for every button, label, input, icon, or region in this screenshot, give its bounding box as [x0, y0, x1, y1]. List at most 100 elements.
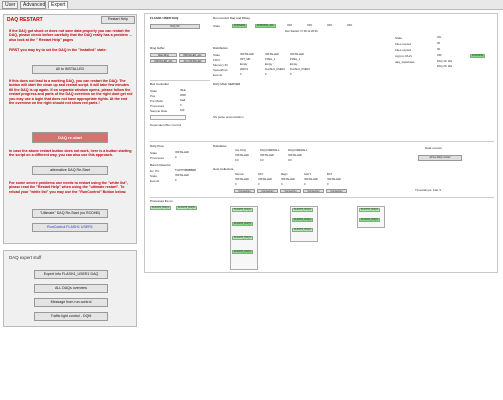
host-connection-button[interactable]: Connection [326, 189, 347, 193]
ultimate-restart-button[interactable]: "Ultimate" DAQ Re-Start (no RCDHB) [32, 209, 108, 218]
run-state-chip-1: RUNNING [232, 24, 248, 29]
side-value-rate: 330 [437, 54, 442, 57]
runcontrol-button[interactable]: RunControl FLASH1 USER1 [32, 223, 108, 232]
restart-help-button[interactable]: Restart Help [101, 16, 135, 24]
host-col: DSY [258, 173, 264, 176]
bus-value-2: 0000 [180, 94, 186, 97]
installed-hint-text: FIRST you may try to set the DAQ in the … [9, 48, 107, 52]
data-monitor-label: Data monitor [425, 146, 443, 150]
bunch-row-label-1: Ev: PC [150, 169, 160, 173]
process-chip: FLASH1_DAQ1 [292, 228, 313, 233]
run-state-label: State [213, 24, 221, 28]
dependent-bus-label: Dependent Bus Control [150, 123, 182, 127]
traffic-light-control-button[interactable]: Traffic light control - DQM [34, 312, 108, 321]
divider [150, 141, 494, 142]
process-chip: FLASH1_DAQ1 [359, 218, 380, 223]
process-list-header: Processes list on [150, 199, 173, 203]
run-state-value-3: OFF [327, 24, 333, 27]
divider [150, 80, 210, 81]
run-state-value-2: OFF [307, 24, 313, 27]
prep-value-2: 0 [175, 156, 177, 159]
daq-restart-button[interactable]: DAQ re-start [32, 132, 108, 143]
host-state: INSTALLED [304, 178, 318, 181]
tab-expert[interactable]: Expert [48, 1, 68, 9]
restart-title: DAQ RESTART [7, 17, 43, 23]
dist-cell: INSTALLED [265, 53, 279, 56]
dist2-events-3: 0.0 [288, 159, 292, 162]
tab-user[interactable]: User [2, 1, 18, 9]
dist-cell: 0 [240, 73, 242, 76]
dist-cell: Empty [290, 63, 298, 66]
host-col: BCT [327, 173, 333, 176]
side-value-files-2: 30 [437, 48, 440, 51]
distributor-header: Distributor [213, 144, 227, 148]
ring-row-2[interactable]: INSTALLED_ALL [179, 53, 206, 57]
daq-restart-panel: DAQ RESTART Restart Help If the DAQ got … [3, 14, 137, 244]
bus-row-label-5: Sample Rate [150, 109, 168, 113]
process-chip: FLASH1_DAQ1 [359, 208, 380, 213]
dist-row-label-4: Speed/Inpt [213, 68, 228, 72]
process-chip: FLASH1_DAQ1 [232, 208, 253, 213]
dist-cell: FLASH1_USER1 [290, 68, 310, 71]
bunch-row-label-3: Events [150, 179, 160, 183]
run-started-note: Run Started: 17.06 12:26:06 [285, 30, 318, 33]
dist-cell: FLASH1_USER1 [265, 68, 285, 71]
alternative-restart-button[interactable]: alternative DAQ Re-Start [32, 166, 108, 175]
host-connection-button[interactable]: Connection [257, 189, 278, 193]
restart-instructions-text: If this does not lead to a working DAQ, … [9, 79, 133, 106]
bus-value-5: 100 [180, 109, 185, 112]
daq-prep-header: DAQ Prep [150, 144, 164, 148]
host-state: INSTALLED [258, 178, 272, 181]
all-to-installed-button[interactable]: All to INSTALLED [32, 65, 108, 74]
ring-row-3[interactable]: INSTALLED_ALL [150, 59, 177, 63]
dist-cell: PIXEL_1 [265, 58, 276, 61]
daq-overview-panel: FLASH1 USER DAQ DAQ OK Run Control Daq a… [144, 13, 498, 273]
all-daqs-overview-button[interactable]: ALL DAQs overview [34, 284, 108, 293]
run-state-value-1: OFF [287, 24, 293, 27]
expert-info-button[interactable]: Expert info FLASH1_USER1 DAQ [34, 270, 108, 279]
daq-server-header: DAQ MAIL SERVER [213, 82, 241, 86]
bunch-row-label-2: State [150, 174, 158, 178]
side-label-files-2: Files copied [395, 48, 412, 52]
host-collectors-header: Host Collectors [213, 167, 234, 171]
bus-row-label-2: Pos [150, 94, 156, 98]
host-connection-button[interactable]: Connection [280, 189, 301, 193]
daq-status-button[interactable]: DAQ OK [150, 24, 200, 29]
dist2-events-1: 0.0 [235, 159, 239, 162]
host-events: 0 [235, 183, 237, 186]
ring-row-4[interactable]: ALL INSTALLED [179, 59, 206, 63]
host-events: 0 [258, 183, 260, 186]
host-connection-button[interactable]: Connection [303, 189, 324, 193]
dist2-events-2: 0.0 [260, 159, 264, 162]
tab-advanced[interactable]: Advanced [20, 1, 46, 9]
dist-cell: PIXEL_1 [290, 58, 301, 61]
process-chip: FLASH1_DAQ1 [232, 236, 253, 241]
dist2-col-1: ALL DAQ [235, 149, 246, 152]
prep-row-label-1: State [150, 151, 158, 155]
dist2-state-3: INSTALLED [288, 154, 302, 157]
host-events: 0 [281, 183, 283, 186]
prep-value-1: INSTALLED [175, 151, 189, 154]
ultimate-restart-text: For some severe problems one needs to re… [9, 181, 128, 194]
side-label-statebase: daq_statebase [395, 60, 415, 64]
running-chip: RUNNING [470, 54, 486, 59]
dist-row-label-5: Events [213, 73, 223, 77]
side-value-state: ON [437, 36, 441, 39]
dist-cell: Empty [240, 63, 248, 66]
timestamp-label: Timestamps: Falt: 0 [415, 188, 442, 192]
side-label-state: State [395, 36, 403, 40]
host-state: INSTALLED [235, 178, 249, 181]
daq-expert-panel: DAQ expert stuff Expert info FLASH1_USER… [3, 250, 137, 327]
divider [150, 197, 494, 198]
ring-row-1[interactable]: Main Ring [150, 53, 177, 57]
host-connection-button[interactable]: Connection [234, 189, 255, 193]
message-from-run-control-button[interactable]: Message from run control [34, 298, 108, 307]
dist-row-label-2: FIFO [213, 58, 220, 62]
side-value-files-1: 36 [437, 42, 440, 45]
restart-intro-text: If the DAQ got stuck or does not save da… [9, 29, 132, 42]
host-state: INSTALLED [281, 178, 295, 181]
expert-title: DAQ expert stuff [9, 255, 42, 260]
daq-monitor-button[interactable]: all live DAQ monitor [418, 155, 462, 161]
top-tab-bar: User Advanced Expert [0, 0, 503, 10]
host-events: 0 [327, 183, 329, 186]
